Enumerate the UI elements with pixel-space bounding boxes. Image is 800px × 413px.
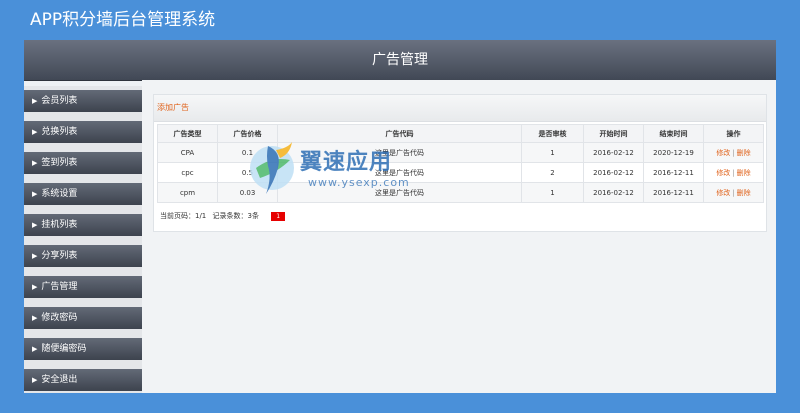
table-row: CPA 0.1 这里是广告代码 1 2016-02-12 2020-12-19 … — [157, 142, 764, 163]
action-separator: | — [732, 168, 735, 177]
current-page-text: 当前页码：1/1 — [160, 212, 207, 220]
delete-link[interactable]: 删除 — [737, 149, 751, 157]
cell-type: cpc — [157, 162, 218, 183]
sidebar: ▶ 会员列表 ▶ 兑换列表 ▶ 签到列表 ▶ 系统设置 ▶ 挂机列表 ▶ 分享列表 ▶ 广告管… — [24, 86, 142, 393]
column-header: 是否审核 — [521, 124, 584, 143]
action-separator: | — [732, 148, 735, 157]
chevron-right-icon: ▶ — [32, 314, 38, 322]
sidebar-item-checkin[interactable]: ▶ 签到列表 — [24, 152, 142, 174]
column-header: 开始时间 — [583, 124, 644, 143]
cell-actions: 修改 | 删除 — [703, 142, 764, 163]
sidebar-item-idle[interactable]: ▶ 挂机列表 — [24, 214, 142, 236]
sidebar-item-share[interactable]: ▶ 分享列表 — [24, 245, 142, 267]
cell-audit: 1 — [521, 142, 584, 163]
chevron-right-icon: ▶ — [32, 190, 38, 198]
sidebar-item-label: 签到列表 — [41, 158, 78, 168]
ad-panel: 添加广告 广告类型 广告价格 广告代码 是否审核 开始时间 结束时间 操作 CP… — [153, 94, 767, 232]
cell-end: 2016-12-11 — [643, 162, 704, 183]
sidebar-item-label: 系统设置 — [41, 189, 78, 199]
cell-actions: 修改 | 删除 — [703, 182, 764, 203]
chevron-right-icon: ▶ — [32, 252, 38, 260]
cell-audit: 1 — [521, 182, 584, 203]
cell-start: 2016-02-12 — [583, 162, 644, 183]
chevron-right-icon: ▶ — [32, 159, 38, 167]
edit-link[interactable]: 修改 — [716, 149, 730, 157]
delete-link[interactable]: 删除 — [737, 169, 751, 177]
cell-type: CPA — [157, 142, 218, 163]
page-button-1[interactable]: 1 — [271, 211, 286, 221]
column-header: 广告代码 — [277, 124, 522, 143]
chevron-right-icon: ▶ — [32, 345, 38, 353]
sidebar-item-label: 广告管理 — [41, 282, 78, 292]
main-frame: 广告管理 ▶ 会员列表 ▶ 兑换列表 ▶ 签到列表 ▶ 系统设置 ▶ 挂机列表 ▶ 分享列表… — [24, 40, 776, 393]
column-header: 广告价格 — [217, 124, 278, 143]
edit-link[interactable]: 修改 — [716, 189, 730, 197]
sidebar-item-label: 随便编密码 — [41, 344, 87, 354]
sidebar-item-settings[interactable]: ▶ 系统设置 — [24, 183, 142, 205]
cell-price: 0.03 — [217, 182, 278, 203]
delete-link[interactable]: 删除 — [737, 189, 751, 197]
chevron-right-icon: ▶ — [32, 376, 38, 384]
table-row: cpc 0.5 这里是广告代码 2 2016-02-12 2016-12-11 … — [157, 162, 764, 183]
sidebar-item-label: 安全退出 — [41, 375, 78, 385]
edit-link[interactable]: 修改 — [716, 169, 730, 177]
cell-audit: 2 — [521, 162, 584, 183]
table-header-row: 广告类型 广告价格 广告代码 是否审核 开始时间 结束时间 操作 — [157, 124, 764, 143]
cell-price: 0.5 — [217, 162, 278, 183]
pager: 当前页码：1/1 记录条数：3条 1 — [160, 211, 289, 221]
add-ad-link[interactable]: 添加广告 — [157, 102, 189, 113]
chevron-right-icon: ▶ — [32, 128, 38, 136]
cell-code: 这里是广告代码 — [277, 162, 522, 183]
cell-end: 2016-12-11 — [643, 182, 704, 203]
sidebar-item-logout[interactable]: ▶ 安全退出 — [24, 369, 142, 391]
sidebar-item-exchange[interactable]: ▶ 兑换列表 — [24, 121, 142, 143]
chevron-right-icon: ▶ — [32, 283, 38, 291]
chevron-right-icon: ▶ — [32, 221, 38, 229]
app-title: APP积分墙后台管理系统 — [30, 10, 216, 30]
sidebar-item-label: 会员列表 — [41, 96, 78, 106]
panel-header: 添加广告 — [154, 95, 766, 122]
page-title: 广告管理 — [24, 40, 776, 81]
sidebar-item-ads[interactable]: ▶ 广告管理 — [24, 276, 142, 298]
cell-type: cpm — [157, 182, 218, 203]
cell-code: 这里是广告代码 — [277, 182, 522, 203]
sidebar-item-change-password[interactable]: ▶ 修改密码 — [24, 307, 142, 329]
action-separator: | — [732, 188, 735, 197]
sidebar-item-label: 兑换列表 — [41, 127, 78, 137]
sidebar-item-label: 挂机列表 — [41, 220, 78, 230]
record-count-text: 记录条数：3条 — [212, 212, 259, 220]
sidebar-item-random-password[interactable]: ▶ 随便编密码 — [24, 338, 142, 360]
column-header: 结束时间 — [643, 124, 704, 143]
sidebar-item-members[interactable]: ▶ 会员列表 — [24, 90, 142, 112]
ad-table: 广告类型 广告价格 广告代码 是否审核 开始时间 结束时间 操作 CPA 0.1… — [157, 124, 764, 203]
sidebar-item-label: 分享列表 — [41, 251, 78, 261]
column-header: 广告类型 — [157, 124, 218, 143]
cell-price: 0.1 — [217, 142, 278, 163]
cell-start: 2016-02-12 — [583, 182, 644, 203]
chevron-right-icon: ▶ — [32, 97, 38, 105]
sidebar-item-label: 修改密码 — [41, 313, 78, 323]
cell-code: 这里是广告代码 — [277, 142, 522, 163]
column-header: 操作 — [703, 124, 764, 143]
cell-actions: 修改 | 删除 — [703, 162, 764, 183]
content-area: 添加广告 广告类型 广告价格 广告代码 是否审核 开始时间 结束时间 操作 CP… — [142, 80, 776, 393]
cell-end: 2020-12-19 — [643, 142, 704, 163]
cell-start: 2016-02-12 — [583, 142, 644, 163]
table-row: cpm 0.03 这里是广告代码 1 2016-02-12 2016-12-11… — [157, 182, 764, 203]
